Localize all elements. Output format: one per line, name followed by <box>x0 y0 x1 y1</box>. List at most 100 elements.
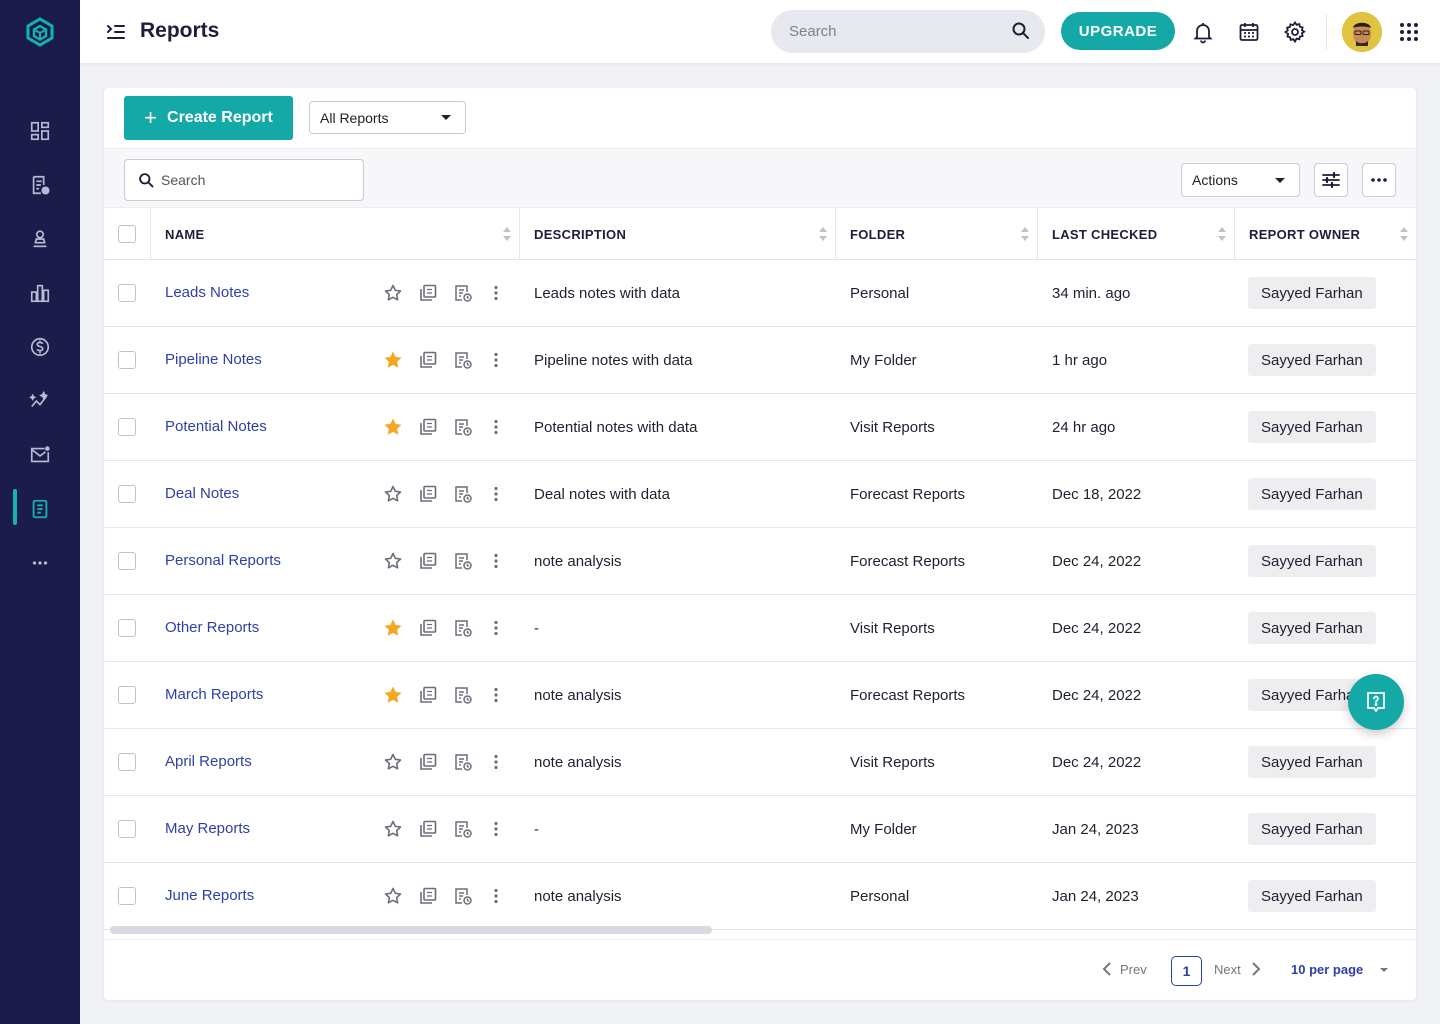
owner-badge[interactable]: Sayyed Farhan <box>1248 880 1376 912</box>
schedule-report-icon[interactable] <box>453 551 473 571</box>
report-name-link[interactable]: Leads Notes <box>165 284 249 301</box>
sort-icon[interactable] <box>1400 227 1408 241</box>
column-header-folder[interactable]: FOLDER <box>836 208 1038 260</box>
owner-badge[interactable]: Sayyed Farhan <box>1248 478 1376 510</box>
row-checkbox[interactable] <box>118 887 136 905</box>
kebab-menu-icon[interactable] <box>486 819 506 839</box>
sort-icon[interactable] <box>819 227 827 241</box>
prev-page-button[interactable]: Prev <box>1102 961 1147 977</box>
kebab-menu-icon[interactable] <box>486 551 506 571</box>
more-options-button[interactable] <box>1362 163 1396 197</box>
contacts-icon[interactable] <box>24 223 56 255</box>
gear-icon[interactable] <box>1283 20 1307 44</box>
table-search-input[interactable] <box>161 160 356 200</box>
next-page-button[interactable]: Next <box>1214 961 1261 977</box>
owner-badge[interactable]: Sayyed Farhan <box>1248 612 1376 644</box>
per-page-select[interactable]: 10 per page <box>1291 962 1388 977</box>
row-checkbox[interactable] <box>118 619 136 637</box>
mail-icon[interactable] <box>24 439 56 471</box>
page-number-current[interactable]: 1 <box>1171 956 1202 986</box>
schedule-report-icon[interactable] <box>453 752 473 772</box>
column-header-description[interactable]: DESCRIPTION <box>520 208 836 260</box>
report-name-link[interactable]: March Reports <box>165 686 263 703</box>
upgrade-button[interactable]: UPGRADE <box>1061 12 1175 50</box>
row-checkbox[interactable] <box>118 753 136 771</box>
sort-icon[interactable] <box>1218 227 1226 241</box>
row-checkbox[interactable] <box>118 686 136 704</box>
actions-dropdown[interactable]: Actions <box>1181 163 1300 197</box>
star-icon[interactable] <box>383 551 403 571</box>
insights-icon[interactable] <box>24 385 56 417</box>
records-icon[interactable] <box>24 169 56 201</box>
kebab-menu-icon[interactable] <box>486 752 506 772</box>
column-header-last-checked[interactable]: LAST CHECKED <box>1038 208 1235 260</box>
table-row[interactable]: Personal Reports note analysis Forecast … <box>104 528 1416 595</box>
report-name-link[interactable]: April Reports <box>165 753 252 770</box>
owner-badge[interactable]: Sayyed Farhan <box>1248 746 1376 778</box>
app-logo-icon[interactable] <box>24 16 56 48</box>
star-filled-icon[interactable] <box>383 417 403 437</box>
report-name-link[interactable]: May Reports <box>165 820 250 837</box>
duplicate-icon[interactable] <box>418 551 438 571</box>
kebab-menu-icon[interactable] <box>486 417 506 437</box>
kebab-menu-icon[interactable] <box>486 350 506 370</box>
global-search-input[interactable] <box>789 10 1009 53</box>
kebab-menu-icon[interactable] <box>486 685 506 705</box>
kebab-menu-icon[interactable] <box>486 618 506 638</box>
report-name-link[interactable]: Personal Reports <box>165 552 281 569</box>
star-icon[interactable] <box>383 819 403 839</box>
kebab-menu-icon[interactable] <box>486 283 506 303</box>
duplicate-icon[interactable] <box>418 350 438 370</box>
report-name-link[interactable]: June Reports <box>165 887 254 904</box>
row-checkbox[interactable] <box>118 820 136 838</box>
analytics-icon[interactable] <box>24 277 56 309</box>
schedule-report-icon[interactable] <box>453 886 473 906</box>
table-row[interactable]: Potential Notes Potential notes with dat… <box>104 394 1416 461</box>
schedule-report-icon[interactable] <box>453 618 473 638</box>
search-icon[interactable] <box>1011 21 1031 41</box>
apps-grid-icon[interactable] <box>1397 20 1421 44</box>
duplicate-icon[interactable] <box>418 886 438 906</box>
table-row[interactable]: June Reports note analysis Personal Jan … <box>104 863 1416 930</box>
collapse-menu-icon[interactable] <box>106 22 126 42</box>
duplicate-icon[interactable] <box>418 819 438 839</box>
star-icon[interactable] <box>383 484 403 504</box>
schedule-report-icon[interactable] <box>453 350 473 370</box>
row-checkbox[interactable] <box>118 418 136 436</box>
star-icon[interactable] <box>383 886 403 906</box>
row-checkbox[interactable] <box>118 552 136 570</box>
billing-icon[interactable] <box>24 331 56 363</box>
schedule-report-icon[interactable] <box>453 417 473 437</box>
help-button[interactable] <box>1348 674 1404 730</box>
schedule-report-icon[interactable] <box>453 283 473 303</box>
duplicate-icon[interactable] <box>418 618 438 638</box>
row-checkbox[interactable] <box>118 485 136 503</box>
kebab-menu-icon[interactable] <box>486 484 506 504</box>
owner-badge[interactable]: Sayyed Farhan <box>1248 813 1376 845</box>
schedule-report-icon[interactable] <box>453 484 473 504</box>
star-filled-icon[interactable] <box>383 350 403 370</box>
star-icon[interactable] <box>383 752 403 772</box>
table-row[interactable]: April Reports note analysis Visit Report… <box>104 729 1416 796</box>
dashboard-icon[interactable] <box>24 115 56 147</box>
report-name-link[interactable]: Deal Notes <box>165 485 239 502</box>
duplicate-icon[interactable] <box>418 484 438 504</box>
kebab-menu-icon[interactable] <box>486 886 506 906</box>
schedule-report-icon[interactable] <box>453 819 473 839</box>
report-name-link[interactable]: Potential Notes <box>165 418 267 435</box>
row-checkbox[interactable] <box>118 284 136 302</box>
filter-settings-button[interactable] <box>1314 163 1348 197</box>
star-icon[interactable] <box>383 283 403 303</box>
owner-badge[interactable]: Sayyed Farhan <box>1248 277 1376 309</box>
table-row[interactable]: Other Reports - Visit Reports Dec 24, 20… <box>104 595 1416 662</box>
horizontal-scrollbar[interactable] <box>110 926 712 934</box>
calendar-icon[interactable] <box>1237 20 1261 44</box>
bell-icon[interactable] <box>1191 20 1215 44</box>
sort-icon[interactable] <box>503 227 511 241</box>
reports-icon[interactable] <box>24 493 56 525</box>
duplicate-icon[interactable] <box>418 283 438 303</box>
table-row[interactable]: March Reports note analysis Forecast Rep… <box>104 662 1416 729</box>
user-avatar[interactable] <box>1342 12 1382 52</box>
report-name-link[interactable]: Pipeline Notes <box>165 351 262 368</box>
table-row[interactable]: May Reports - My Folder Jan 24, 2023 Say… <box>104 796 1416 863</box>
